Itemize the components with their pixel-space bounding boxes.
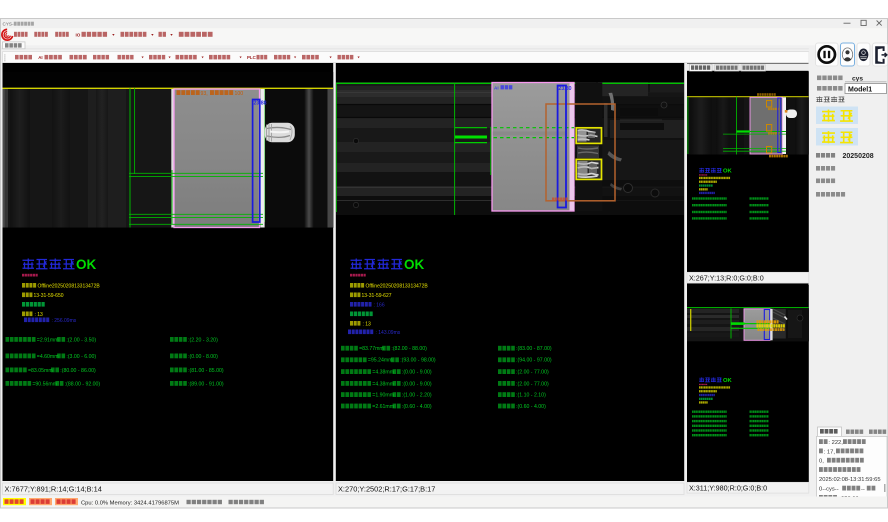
svg-text:IO: IO [76,33,81,38]
svg-text:23.80: 23.80 [559,86,572,92]
svg-text::(1.10 - 2.10): :(1.10 - 2.10) [516,393,546,399]
svg-text::(2.00 - 77.00): :(2.00 - 77.00) [516,370,549,376]
svg-text:: 17,: : 17, [824,449,836,455]
svg-text::(1.00 - 2.20): :(1.00 - 2.20) [402,393,432,399]
svg-text:Model1: Model1 [848,86,872,93]
svg-text:: 143.09ms: : 143.09ms [376,330,401,336]
svg-text:--: -- [861,487,865,493]
svg-text:AI: AI [38,55,42,60]
svg-text:: 222,: : 222, [828,440,843,446]
svg-text:0--cys--: 0--cys-- [819,487,839,493]
svg-text:=1.90mm: =1.90mm [372,393,394,399]
svg-text:=4.60mm: =4.60mm [37,354,59,360]
svg-text:=90.56mm: =90.56mm [32,381,57,387]
svg-text::(88.00 - 92.00): :(88.00 - 92.00) [65,381,101,387]
svg-text:AI: AI [494,85,499,90]
svg-text::(83.00 - 87.00): :(83.00 - 87.00) [516,346,552,352]
svg-text:cys: cys [852,75,863,82]
svg-text::(82.00 - 88.00): :(82.00 - 88.00) [391,346,427,352]
svg-text::(3.00 - 6.00): :(3.00 - 6.00) [66,354,96,360]
svg-text:CYS-: CYS- [3,22,14,27]
svg-text:23.88: 23.88 [254,100,267,106]
svg-text::(80.00 - 86.00): :(80.00 - 86.00) [60,368,96,374]
svg-text:13-31-59-650: 13-31-59-650 [34,293,64,299]
svg-text:OK: OK [404,257,425,272]
svg-text:Offline2025020813313472B: Offline2025020813313472B [38,283,101,289]
svg-text::(2.20 - 3.20): :(2.20 - 3.20) [188,337,218,343]
svg-text:=83.77mm: =83.77mm [359,346,384,352]
svg-text:X:7677;Y:891;R:14;G:14;B:14: X:7677;Y:891;R:14;G:14;B:14 [5,485,102,494]
svg-text:OK: OK [723,169,733,175]
svg-text::(2.00 - 77.00): :(2.00 - 77.00) [516,381,549,387]
svg-text:X:267;Y:13;R:0;G:0;B:0: X:267;Y:13;R:0;G:0;B:0 [689,274,764,283]
svg-text:: 13: : 13 [35,312,44,318]
svg-text:=4.38mm: =4.38mm [372,370,394,376]
svg-text:=2.91mm: =2.91mm [37,337,59,343]
svg-text:X:311;Y:980;R:0;G:0;B:0: X:311;Y:980;R:0;G:0;B:0 [689,484,767,493]
svg-text:OK: OK [76,257,97,272]
svg-text::(0.00 - 9.00): :(0.00 - 9.00) [402,370,432,376]
svg-text::(89.00 - 91.00): :(89.00 - 91.00) [188,381,224,387]
svg-text:=83.05mm: =83.05mm [28,368,53,374]
svg-text::(0.00 - 8.00): :(0.00 - 8.00) [188,354,218,360]
svg-text:X:270;Y:2502;R:17;G:17;B:17: X:270;Y:2502;R:17;G:17;B:17 [338,485,435,494]
svg-text:=2.61mm: =2.61mm [372,404,394,410]
svg-text::(0.60 - 4.00): :(0.60 - 4.00) [516,404,546,410]
svg-text::(0.00 - 9.00): :(0.00 - 9.00) [402,381,432,387]
svg-text:PLC: PLC [247,55,257,60]
svg-text:=4.38mm: =4.38mm [372,381,394,387]
svg-text::(0.60 - 4.00): :(0.60 - 4.00) [402,404,432,410]
svg-text:20250208: 20250208 [843,153,874,160]
svg-text::(2.00 - 3.50): :(2.00 - 3.50) [66,337,96,343]
svg-text:93,: 93, [201,91,208,97]
svg-text:2025:02:08-13:31:59:65: 2025:02:08-13:31:59:65 [819,477,881,483]
svg-text:=95.24mm: =95.24mm [368,358,393,364]
svg-text:0,: 0, [819,459,824,465]
svg-text:Cpu: 0.0% Memory: 3424.4179687: Cpu: 0.0% Memory: 3424.41796875M [81,500,179,506]
svg-text:100: 100 [235,91,244,97]
svg-text::(93.00 - 98.00): :(93.00 - 98.00) [400,358,436,364]
svg-text:: 256.09ms: : 256.09ms [52,318,77,324]
svg-text:: 166: : 166 [374,302,385,308]
svg-text:13-31-59-627: 13-31-59-627 [362,293,392,299]
svg-text:: 13: : 13 [363,321,372,327]
svg-text::(81.00 - 85.00): :(81.00 - 85.00) [188,368,224,374]
svg-text:OK: OK [723,378,733,384]
svg-text:Offline2025020813313472B: Offline2025020813313472B [366,283,429,289]
svg-text::(94.00 - 97.00): :(94.00 - 97.00) [516,358,552,364]
